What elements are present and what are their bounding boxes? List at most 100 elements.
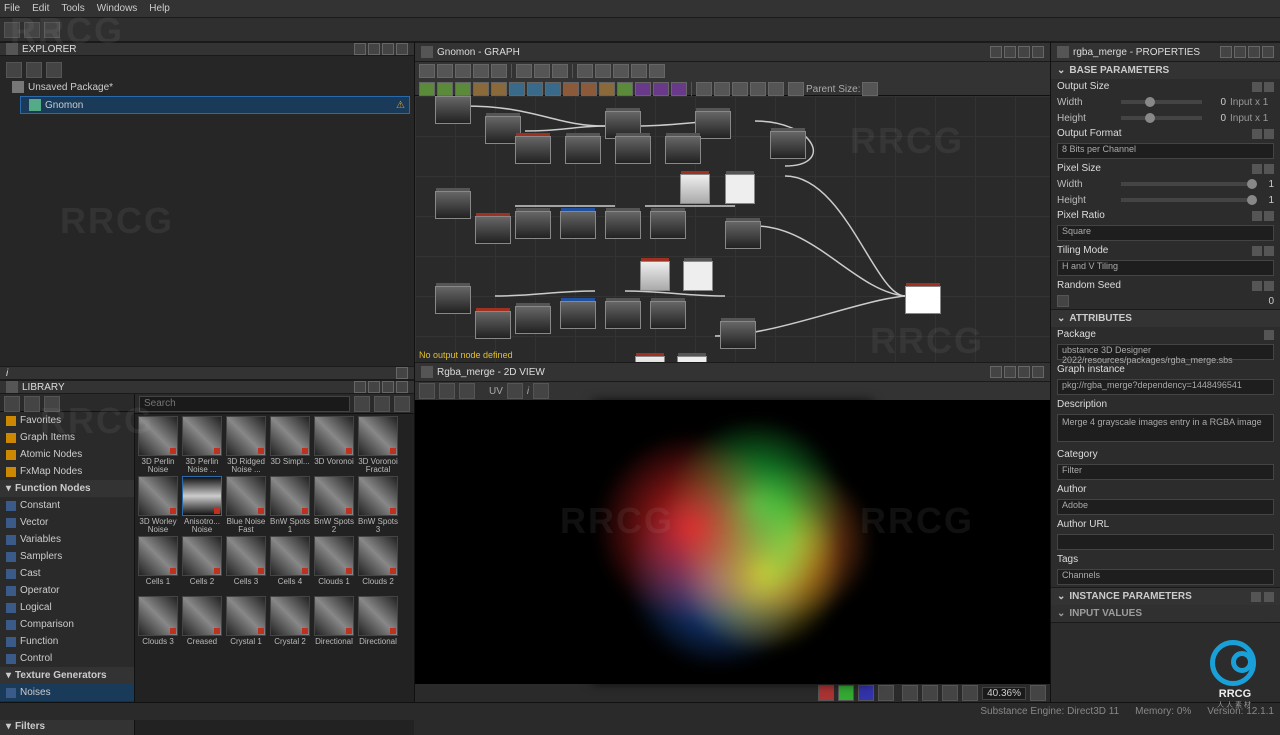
library-thumb[interactable]: Directional	[313, 596, 355, 654]
view-icon[interactable]	[394, 396, 410, 412]
view2d-close-icon[interactable]	[1032, 366, 1044, 378]
sort-icon[interactable]	[374, 396, 390, 412]
reset-icon[interactable]	[1264, 164, 1274, 174]
graph-node[interactable]	[435, 286, 471, 314]
tool-grid-icon[interactable]	[595, 64, 611, 78]
cat-control[interactable]: Control	[0, 650, 134, 667]
library-thumb[interactable]: Cells 1	[137, 536, 179, 594]
section-input-values[interactable]: ⌄INPUT VALUES	[1051, 605, 1280, 622]
graph-pin-icon[interactable]	[990, 46, 1002, 58]
section-base-params[interactable]: ⌄BASE PARAMETERS	[1051, 62, 1280, 79]
graph-node[interactable]	[605, 211, 641, 239]
library-thumb[interactable]: Blue Noise Fast	[225, 476, 267, 534]
inherit-icon[interactable]	[1252, 281, 1262, 291]
zoom-fit-icon[interactable]	[1030, 685, 1046, 701]
inherit-icon[interactable]	[1252, 211, 1262, 221]
library-thumb[interactable]: Cells 2	[181, 536, 223, 594]
library-thumb[interactable]: Anisotro... Noise	[181, 476, 223, 534]
tool-gridsnap-icon[interactable]	[649, 64, 665, 78]
menu-help[interactable]: Help	[149, 3, 170, 14]
info-close-icon[interactable]	[396, 367, 408, 379]
channel-r-icon[interactable]	[818, 685, 834, 701]
cat-atomic-nodes[interactable]: Atomic Nodes	[0, 446, 134, 463]
library-thumb[interactable]: Creased	[181, 596, 223, 654]
graph-node[interactable]	[640, 261, 670, 291]
node-levels-icon[interactable]	[473, 82, 489, 96]
width-value[interactable]: 0	[1206, 97, 1226, 108]
parent-size-dropdown[interactable]	[862, 82, 878, 96]
graph-popout-icon[interactable]	[1018, 46, 1030, 58]
tool-link-icon[interactable]	[516, 64, 532, 78]
view2d-paste-icon[interactable]	[459, 383, 475, 399]
inst-preset-icon[interactable]	[1251, 592, 1261, 602]
node-comment-icon[interactable]	[732, 82, 748, 96]
lib-home-icon[interactable]	[4, 396, 20, 412]
section-attributes[interactable]: ⌄ATTRIBUTES	[1051, 310, 1280, 327]
pw-slider[interactable]	[1121, 182, 1250, 186]
cat-noises[interactable]: Noises	[0, 684, 134, 701]
reset-icon[interactable]	[1264, 281, 1274, 291]
node-uniform-icon[interactable]	[419, 82, 435, 96]
library-thumb[interactable]: Clouds 1	[313, 536, 355, 594]
graph-node[interactable]	[650, 211, 686, 239]
cat-operator[interactable]: Operator	[0, 582, 134, 599]
menu-windows[interactable]: Windows	[97, 3, 138, 14]
tool-frame-icon[interactable]	[437, 64, 453, 78]
height-slider[interactable]	[1121, 116, 1202, 120]
tool-layout-icon[interactable]	[552, 64, 568, 78]
filter-icon[interactable]	[354, 396, 370, 412]
graph-node[interactable]	[770, 131, 806, 159]
view2d-max-icon[interactable]	[1004, 366, 1016, 378]
display-mode-icon[interactable]	[788, 82, 804, 96]
graph-node[interactable]	[565, 136, 601, 164]
description-field[interactable]: Merge 4 grayscale images entry in a RGBA…	[1057, 414, 1274, 442]
cat-function-nodes[interactable]: ▾ Function Nodes	[0, 480, 134, 497]
graph-node[interactable]	[435, 191, 471, 219]
library-thumb[interactable]: Clouds 3	[137, 596, 179, 654]
tool-camera-icon[interactable]	[455, 64, 471, 78]
cat-samplers[interactable]: Samplers	[0, 548, 134, 565]
pan-icon[interactable]	[922, 685, 938, 701]
graph-close-icon[interactable]	[1032, 46, 1044, 58]
prop-pin-icon[interactable]	[1220, 46, 1232, 58]
lib-pin-icon[interactable]	[354, 381, 366, 393]
graph-node[interactable]	[615, 136, 651, 164]
view2d-popout-icon[interactable]	[1018, 366, 1030, 378]
library-thumb[interactable]: Clouds 2	[357, 536, 399, 594]
seed-randomize-icon[interactable]	[1057, 295, 1069, 307]
view2d-uv-toggle[interactable]	[507, 383, 523, 399]
library-thumb[interactable]: BnW Spots 1	[269, 476, 311, 534]
lib-edit-icon[interactable]	[24, 396, 40, 412]
tree-graph-item[interactable]: Gnomon ⚠	[20, 96, 410, 114]
menu-edit[interactable]: Edit	[32, 3, 49, 14]
inherit-icon[interactable]	[1252, 246, 1262, 256]
library-thumb[interactable]: 3D Ridged Noise ...	[225, 416, 267, 474]
cat-cast[interactable]: Cast	[0, 565, 134, 582]
cat-vector[interactable]: Vector	[0, 514, 134, 531]
seed-value[interactable]: 0	[1254, 296, 1274, 307]
reset-icon[interactable]	[1264, 211, 1274, 221]
height-value[interactable]: 0	[1206, 113, 1226, 124]
graph-node[interactable]	[695, 111, 731, 139]
tool-select-icon[interactable]	[419, 64, 435, 78]
prop-max-icon[interactable]	[1234, 46, 1246, 58]
graph-canvas[interactable]: No output node defined	[415, 96, 1050, 362]
folder-icon[interactable]	[1264, 330, 1274, 340]
zoom-value[interactable]: 40.36%	[982, 687, 1026, 700]
grid-icon[interactable]	[902, 685, 918, 701]
library-thumb[interactable]: 3D Voronoi	[313, 416, 355, 474]
library-thumb[interactable]: 3D Voronoi Fractal	[357, 416, 399, 474]
menu-tools[interactable]: Tools	[61, 3, 84, 14]
channel-a-icon[interactable]	[878, 685, 894, 701]
cat-variables[interactable]: Variables	[0, 531, 134, 548]
node-gradient-icon[interactable]	[455, 82, 471, 96]
node-transform-icon[interactable]	[563, 82, 579, 96]
graph-node[interactable]	[665, 136, 701, 164]
library-thumb[interactable]: 3D Simpl...	[269, 416, 311, 474]
panel-close-icon[interactable]	[396, 43, 408, 55]
cat-favorites[interactable]: Favorites	[0, 412, 134, 429]
node-sharpen-icon[interactable]	[527, 82, 543, 96]
cat-function[interactable]: Function	[0, 633, 134, 650]
node-blend-icon[interactable]	[437, 82, 453, 96]
node-bitmap-icon[interactable]	[671, 82, 687, 96]
